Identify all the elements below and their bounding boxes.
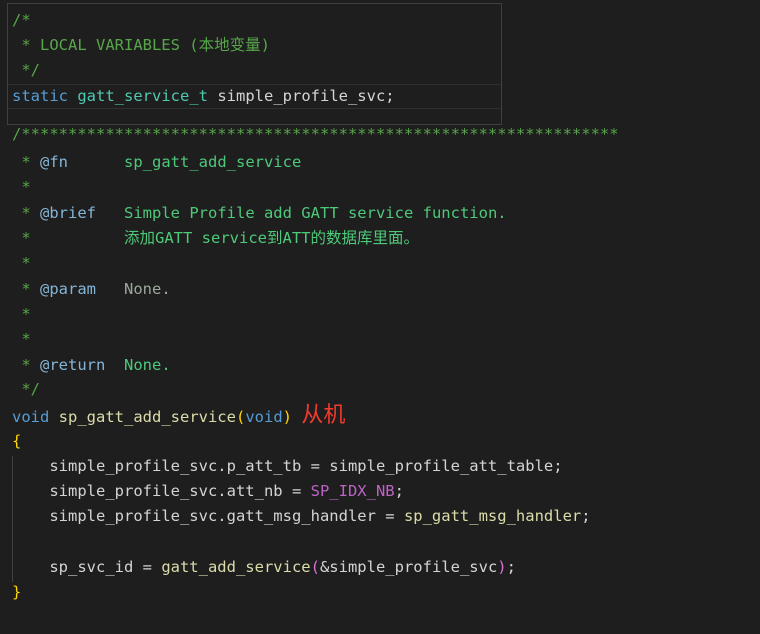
code-line[interactable]: static gatt_service_t simple_profile_svc… — [12, 84, 395, 109]
code-line[interactable]: * @return None. — [12, 353, 170, 378]
code-line[interactable]: { — [12, 429, 21, 454]
code-line[interactable]: void sp_gatt_add_service(void) 从机 — [12, 403, 345, 428]
code-line[interactable]: sp_svc_id = gatt_add_service(&simple_pro… — [12, 555, 516, 580]
code-line[interactable]: * @brief Simple Profile add GATT service… — [12, 201, 506, 226]
code-line[interactable]: */ — [12, 58, 40, 83]
code-line[interactable]: * — [12, 327, 30, 352]
code-line[interactable]: /* — [12, 8, 31, 33]
code-editor[interactable]: /* * LOCAL VARIABLES (本地变量) */ static ga… — [0, 0, 760, 634]
code-line[interactable]: * @param None. — [12, 277, 170, 302]
code-line[interactable]: * 添加GATT service到ATT的数据库里面。 — [12, 226, 419, 251]
code-line[interactable]: /***************************************… — [12, 122, 619, 147]
code-line[interactable]: simple_profile_svc.att_nb = SP_IDX_NB; — [12, 479, 404, 504]
code-line[interactable]: */ — [12, 377, 40, 402]
annotation-note: 从机 — [301, 403, 346, 428]
code-line[interactable]: * — [12, 175, 30, 200]
code-line[interactable]: simple_profile_svc.gatt_msg_handler = sp… — [12, 504, 590, 529]
code-line[interactable]: * @fn sp_gatt_add_service — [12, 150, 301, 175]
code-line[interactable]: } — [12, 580, 21, 605]
code-line[interactable]: * LOCAL VARIABLES (本地变量) — [12, 33, 270, 58]
code-line[interactable]: * — [12, 302, 30, 327]
code-line[interactable]: simple_profile_svc.p_att_tb = simple_pro… — [12, 454, 562, 479]
code-line[interactable]: * — [12, 251, 30, 276]
